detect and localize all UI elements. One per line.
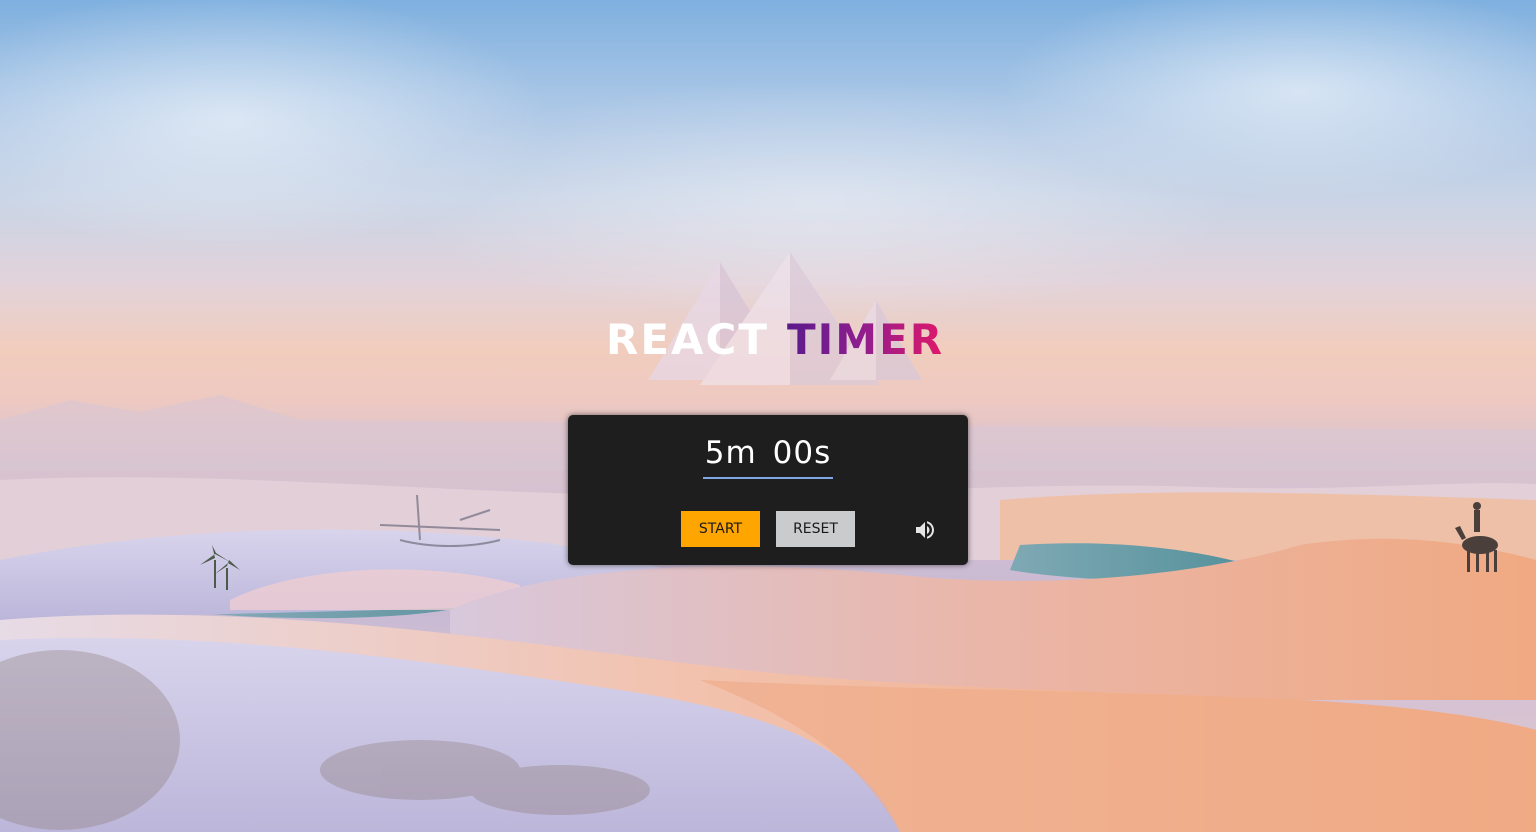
volume-icon[interactable]	[913, 518, 937, 542]
logo-word-react: REACT	[606, 314, 770, 364]
timer-panel: 5m 00s START RESET	[568, 415, 968, 565]
time-input[interactable]: 5m 00s	[702, 435, 834, 479]
desert-background: REACT TIMER 5m 00s START RESET	[0, 0, 1536, 832]
reset-button[interactable]: RESET	[776, 511, 855, 547]
seconds-value[interactable]: 00s	[773, 435, 832, 471]
start-button[interactable]: START	[681, 511, 760, 547]
logo-word-timer: TIMER	[787, 314, 945, 364]
time-display: 5m 00s	[568, 435, 968, 479]
app-logo: REACT TIMER	[606, 314, 945, 364]
minutes-value[interactable]: 5m	[705, 435, 757, 471]
